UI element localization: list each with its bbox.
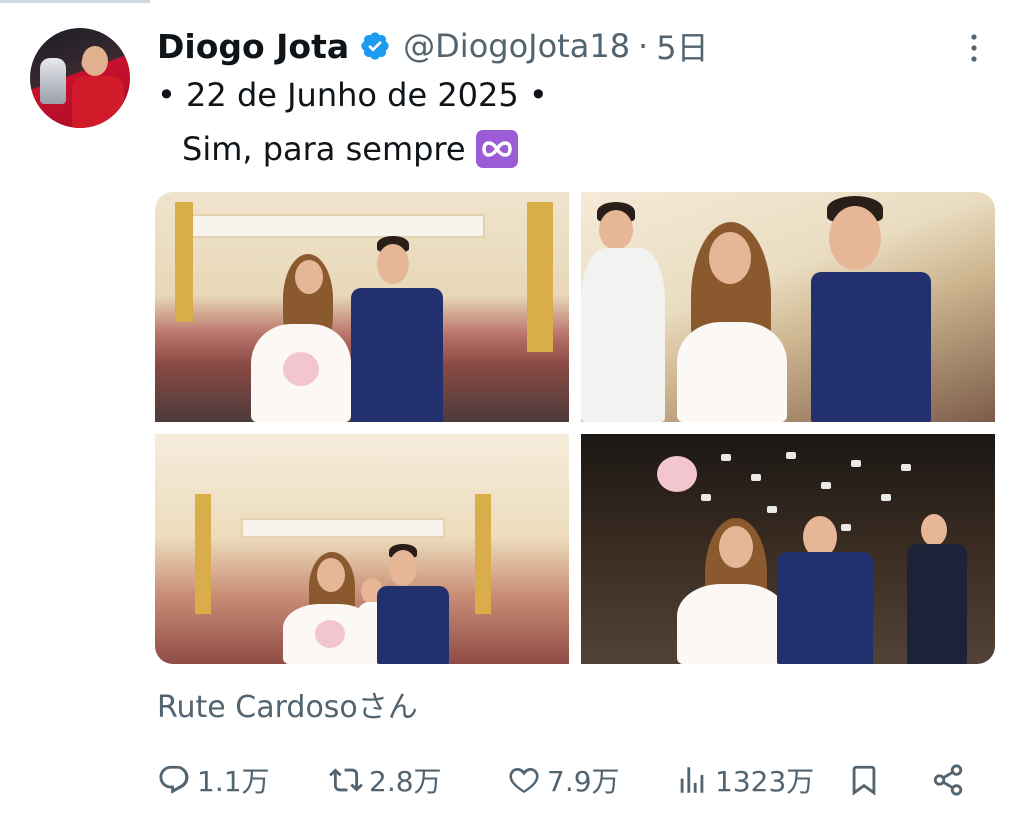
tagged-user[interactable]: Rute Cardosoさん bbox=[157, 682, 418, 726]
bride-face bbox=[295, 260, 323, 294]
views-button[interactable]: 1323万 bbox=[675, 756, 814, 804]
confetti-petal bbox=[901, 464, 911, 471]
priest-face bbox=[599, 210, 633, 250]
like-button[interactable]: 7.9万 bbox=[507, 756, 620, 804]
infinity-emoji-icon bbox=[475, 130, 518, 168]
handle[interactable]: @DiogoJota18 bbox=[403, 27, 630, 65]
bouquet bbox=[283, 352, 319, 386]
groom-suit bbox=[777, 552, 873, 664]
confetti-petal bbox=[851, 460, 861, 467]
confetti-petal bbox=[881, 494, 891, 501]
bookmark-icon bbox=[852, 765, 876, 796]
tweet-text-line2: Sim, para sempre bbox=[182, 130, 518, 168]
confetti-petal bbox=[721, 454, 731, 461]
heart-icon bbox=[509, 767, 539, 793]
tweet-header: Diogo Jota @DiogoJota18 · 5日 bbox=[157, 24, 709, 68]
top-divider bbox=[0, 0, 150, 3]
guest-suit bbox=[907, 544, 967, 664]
views-count: 1323万 bbox=[715, 765, 815, 798]
share-button[interactable] bbox=[931, 756, 971, 804]
share-icon bbox=[933, 764, 963, 796]
avatar-trophy bbox=[40, 58, 66, 104]
avatar-head bbox=[82, 46, 108, 76]
media-grid bbox=[155, 192, 995, 664]
repost-button[interactable]: 2.8万 bbox=[329, 756, 442, 804]
groom-suit bbox=[351, 288, 443, 422]
avatar[interactable] bbox=[30, 28, 130, 128]
reply-icon bbox=[159, 765, 189, 794]
bouquet bbox=[657, 456, 697, 492]
reply-button[interactable]: 1.1万 bbox=[157, 756, 270, 804]
bride-face bbox=[719, 526, 753, 568]
gold-candelabra bbox=[527, 202, 553, 352]
bride-face bbox=[317, 558, 345, 592]
display-name[interactable]: Diogo Jota bbox=[157, 27, 349, 66]
tweet-text-line1: • 22 de Junho de 2025 • bbox=[157, 76, 548, 114]
confetti-petal bbox=[701, 494, 711, 501]
verified-badge-icon bbox=[361, 32, 389, 60]
confetti-petal bbox=[821, 482, 831, 489]
timestamp[interactable]: 5日 bbox=[656, 23, 708, 69]
views-chart-icon bbox=[680, 767, 704, 793]
groom-suit bbox=[377, 586, 449, 664]
photo-wedding-altar[interactable] bbox=[155, 192, 569, 422]
bookmark-button[interactable] bbox=[847, 756, 887, 804]
confetti-petal bbox=[767, 506, 777, 513]
avatar-shirt bbox=[72, 76, 124, 128]
more-options-icon[interactable] bbox=[962, 30, 986, 66]
like-count: 7.9万 bbox=[547, 765, 620, 798]
reply-count: 1.1万 bbox=[197, 765, 270, 798]
action-bar: 1.1万 2.8万 7.9万 1323万 bbox=[157, 756, 977, 804]
bride-dress bbox=[677, 584, 787, 664]
repost-icon bbox=[329, 768, 363, 792]
confetti-petal bbox=[841, 524, 851, 531]
altar-canopy bbox=[191, 214, 485, 238]
tweet-text-line2-text: Sim, para sempre bbox=[182, 130, 466, 168]
guest-face bbox=[921, 514, 947, 546]
confetti-petal bbox=[786, 452, 796, 459]
gold-candelabra bbox=[195, 494, 211, 614]
priest-robe bbox=[581, 248, 665, 422]
photo-wedding-family[interactable] bbox=[155, 434, 569, 664]
repost-count: 2.8万 bbox=[369, 765, 442, 798]
photo-wedding-applause[interactable] bbox=[581, 192, 995, 422]
photo-wedding-confetti[interactable] bbox=[581, 434, 995, 664]
gold-candelabra bbox=[475, 494, 491, 614]
bride-face bbox=[709, 232, 751, 284]
groom-suit bbox=[811, 272, 931, 422]
bride-dress bbox=[677, 322, 787, 422]
gold-column bbox=[175, 202, 193, 322]
confetti-petal bbox=[751, 474, 761, 481]
groom-face bbox=[377, 244, 409, 284]
groom-face bbox=[389, 550, 417, 586]
bouquet bbox=[315, 620, 345, 648]
groom-face bbox=[829, 206, 881, 270]
separator-dot: · bbox=[638, 27, 649, 65]
altar-canopy bbox=[241, 518, 445, 538]
